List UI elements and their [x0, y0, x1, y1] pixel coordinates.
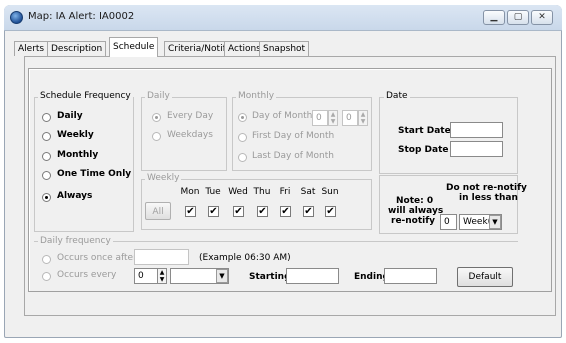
renotify-note-line2: will always [388, 206, 444, 216]
maximize-icon[interactable]: ▢ [507, 10, 529, 25]
daily-frequency-title: Daily frequency [38, 236, 113, 246]
window-title: Map: IA Alert: IA0002 [28, 11, 135, 22]
radio-monthly-label: Monthly [57, 150, 99, 160]
renotify-note-line1: Note: 0 [396, 196, 434, 206]
radio-day-of-month[interactable] [238, 113, 247, 122]
day-of-month-input-1[interactable]: 0 [312, 110, 328, 126]
weekly-title: Weekly [145, 173, 182, 183]
tab-alerts[interactable]: Alerts [14, 41, 49, 56]
checkbox-thu[interactable]: ✔ [257, 206, 268, 217]
checkbox-mon[interactable]: ✔ [185, 206, 196, 217]
all-days-button[interactable]: All [145, 202, 171, 220]
radio-one-time-only-label: One Time Only [57, 169, 132, 179]
day-label-wed: Wed [228, 187, 248, 197]
tab-snapshot[interactable]: Snapshot [259, 41, 310, 56]
default-button[interactable]: Default [457, 267, 513, 287]
radio-always[interactable] [42, 193, 51, 202]
checkbox-fri[interactable]: ✔ [280, 206, 291, 217]
day-of-month-spinner-2[interactable]: ▲ ▼ [358, 110, 368, 126]
checkbox-wed[interactable]: ✔ [233, 206, 244, 217]
radio-weekdays-label: Weekdays [167, 130, 213, 140]
day-of-month-spinner-1[interactable]: ▲ ▼ [328, 110, 338, 126]
day-label-thu: Thu [253, 187, 271, 197]
day-of-month-input-2[interactable]: 0 [342, 110, 358, 126]
starting-time-input[interactable] [286, 268, 339, 284]
radio-occurs-once-after-label: Occurs once after [57, 253, 137, 263]
minimize-icon[interactable]: ▁ [483, 10, 505, 25]
day-label-fri: Fri [279, 187, 291, 197]
radio-monthly[interactable] [42, 152, 51, 161]
occurs-once-time-input[interactable] [134, 249, 189, 265]
radio-first-day-of-month[interactable] [238, 133, 247, 142]
radio-occurs-every-label: Occurs every [57, 270, 117, 280]
globe-icon [10, 11, 23, 24]
radio-every-day-label: Every Day [167, 111, 214, 121]
tab-description[interactable]: Description [47, 41, 107, 56]
checkbox-tue[interactable]: ✔ [208, 206, 219, 217]
radio-occurs-once-after[interactable] [42, 255, 51, 264]
checkbox-sun[interactable]: ✔ [325, 206, 336, 217]
radio-weekly[interactable] [42, 132, 51, 141]
checkbox-sat[interactable]: ✔ [303, 206, 314, 217]
chevron-down-icon[interactable]: ▼ [489, 215, 501, 229]
chevron-down-icon[interactable]: ▼ [216, 269, 228, 283]
stop-date-label: Stop Date [398, 145, 449, 155]
start-date-input[interactable] [450, 122, 503, 138]
radio-always-label: Always [57, 191, 93, 201]
example-hint: (Example 06:30 AM) [199, 253, 291, 263]
day-label-sun: Sun [321, 187, 339, 197]
monthly-title: Monthly [236, 91, 277, 101]
radio-every-day[interactable] [152, 113, 161, 122]
start-date-label: Start Date [398, 126, 451, 136]
tab-schedule[interactable]: Schedule [109, 37, 159, 57]
radio-last-day-of-month-label: Last Day of Month [252, 151, 334, 161]
day-label-mon: Mon [180, 187, 200, 197]
ending-time-input[interactable] [384, 268, 437, 284]
stop-date-input[interactable] [450, 141, 503, 157]
daily-title: Daily [145, 91, 172, 101]
radio-day-of-month-label: Day of Month [252, 111, 313, 121]
radio-weekly-label: Weekly [57, 130, 94, 140]
radio-weekdays[interactable] [152, 132, 161, 141]
renotify-heading-line2: in less than [459, 193, 518, 203]
schedule-frequency-title: Schedule Frequency [38, 91, 133, 101]
radio-occurs-every[interactable] [42, 272, 51, 281]
day-label-sat: Sat [300, 187, 316, 197]
date-title: Date [384, 91, 410, 101]
radio-daily-label: Daily [57, 111, 83, 121]
radio-daily[interactable] [42, 113, 51, 122]
radio-last-day-of-month[interactable] [238, 153, 247, 162]
renotify-heading-line1: Do not re-notify [446, 183, 527, 193]
renotify-value-input[interactable]: 0 [440, 214, 457, 230]
close-icon[interactable]: ✕ [531, 10, 553, 25]
starting-label: Starting [249, 272, 291, 282]
occurs-every-spinner[interactable]: ▲ ▼ [157, 268, 167, 284]
day-label-tue: Tue [205, 187, 221, 197]
renotify-note-line3: re-notify [391, 216, 436, 226]
radio-one-time-only[interactable] [42, 171, 51, 180]
radio-first-day-of-month-label: First Day of Month [252, 131, 335, 141]
